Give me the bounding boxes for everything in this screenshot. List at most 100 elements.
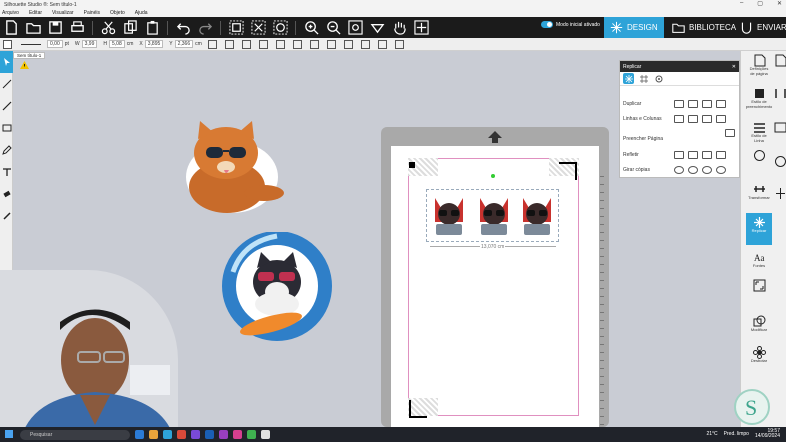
- eraser-tool-icon[interactable]: [0, 183, 13, 205]
- gradient-button[interactable]: [774, 87, 786, 100]
- radial-tab-icon[interactable]: [653, 73, 664, 84]
- copy-icon[interactable]: [121, 19, 139, 37]
- menu-view[interactable]: Visualizar: [52, 10, 74, 16]
- line-width-field[interactable]: 0,00: [47, 40, 63, 48]
- effects-button[interactable]: [774, 155, 786, 168]
- menu-panels[interactable]: Painéis: [84, 10, 100, 16]
- weather-temp[interactable]: 21°C: [707, 431, 718, 437]
- tab-design[interactable]: DESIGN: [604, 17, 664, 38]
- mirror-left-icon[interactable]: [674, 151, 684, 159]
- zoom-out-icon[interactable]: [324, 19, 342, 37]
- align-center-icon[interactable]: [224, 39, 234, 49]
- cut-icon[interactable]: [99, 19, 117, 37]
- trace-icon[interactable]: [360, 39, 370, 49]
- align-middle-icon[interactable]: [275, 39, 285, 49]
- align-left-icon[interactable]: [207, 39, 217, 49]
- align-top-icon[interactable]: [258, 39, 268, 49]
- row-duplicate[interactable]: Duplicar: [623, 101, 641, 107]
- rotate-handle[interactable]: [491, 174, 495, 178]
- minimize-button[interactable]: –: [740, 0, 743, 7]
- fade-button[interactable]: Desbotar: [748, 346, 770, 364]
- print-icon[interactable]: [68, 19, 86, 37]
- app-icon-1[interactable]: [135, 430, 144, 439]
- row-rotate-copies[interactable]: Girar cópias: [623, 167, 650, 173]
- start-mode-toggle[interactable]: Modo inicial ativado: [541, 21, 600, 28]
- duplicate-above-icon[interactable]: [702, 100, 712, 108]
- pencil-tool-icon[interactable]: [0, 139, 13, 161]
- rotate-eight-icon[interactable]: [716, 166, 726, 174]
- paste-icon[interactable]: [143, 19, 161, 37]
- red-cat-sticker-copy-1[interactable]: [429, 192, 469, 240]
- new-file-icon[interactable]: [2, 19, 20, 37]
- line-style-select[interactable]: [21, 43, 41, 45]
- redo-icon[interactable]: [196, 19, 214, 37]
- x-field[interactable]: 3,895: [144, 40, 164, 48]
- clock-date[interactable]: 14/09/2024: [755, 434, 780, 439]
- fill-page-icon[interactable]: [725, 129, 735, 137]
- rotate-two-icon[interactable]: [674, 166, 684, 174]
- ungroup-icon[interactable]: [249, 19, 267, 37]
- column-of-three-icon[interactable]: [716, 115, 726, 123]
- zoom-fit-icon[interactable]: [346, 19, 364, 37]
- maximize-button[interactable]: ▢: [757, 0, 763, 7]
- zoom-in-icon[interactable]: [302, 19, 320, 37]
- mirror-below-icon[interactable]: [716, 151, 726, 159]
- open-folder-icon[interactable]: [24, 19, 42, 37]
- row-mirror[interactable]: Refletir: [623, 152, 639, 158]
- trace-button[interactable]: [748, 279, 770, 292]
- star-shape-icon[interactable]: [377, 39, 387, 49]
- width-field[interactable]: 3,99: [81, 40, 98, 48]
- rotate-four-icon[interactable]: [688, 166, 698, 174]
- style-button[interactable]: [748, 149, 770, 162]
- document-tab[interactable]: Sem título-1: [13, 51, 46, 59]
- rotate-six-icon[interactable]: [702, 166, 712, 174]
- row-of-two-icon[interactable]: [674, 115, 684, 123]
- fonts-button[interactable]: Aa Fontes: [748, 251, 770, 269]
- rectangle-tool-icon[interactable]: [0, 117, 13, 139]
- app-icon-9[interactable]: [247, 430, 256, 439]
- menu-help[interactable]: Ajuda: [135, 10, 148, 16]
- row-rows-columns[interactable]: Linhas e Colunas: [623, 116, 662, 122]
- feed-mat-icon[interactable]: [368, 19, 386, 37]
- close-shape-icon[interactable]: [394, 39, 404, 49]
- app-icon-8[interactable]: [233, 430, 242, 439]
- distribute-icon[interactable]: [309, 39, 319, 49]
- menu-object[interactable]: Objeto: [110, 10, 125, 16]
- fill-style-button[interactable]: Estilo de preenchimento: [746, 87, 772, 109]
- panel-close-icon[interactable]: ✕: [732, 64, 736, 70]
- column-of-two-icon[interactable]: [702, 115, 712, 123]
- red-cat-sticker-copy-2[interactable]: [474, 192, 514, 240]
- row-of-three-icon[interactable]: [688, 115, 698, 123]
- surfing-cat-sticker[interactable]: [215, 232, 340, 345]
- select-tool-icon[interactable]: [0, 51, 13, 73]
- knife-tool-icon[interactable]: [0, 205, 13, 227]
- tab-library[interactable]: BIBLIOTECA: [666, 17, 742, 38]
- replicate-tab-icon[interactable]: [623, 73, 634, 84]
- menu-edit[interactable]: Editar: [29, 10, 42, 16]
- app-icon-7[interactable]: [219, 430, 228, 439]
- undo-icon[interactable]: [174, 19, 192, 37]
- row-fill-page[interactable]: Preencher Página: [623, 136, 663, 142]
- app-icon-4[interactable]: [177, 430, 186, 439]
- transform-button[interactable]: Transformar: [748, 183, 770, 201]
- app-icon-6[interactable]: [205, 430, 214, 439]
- duplicate-left-icon[interactable]: [674, 100, 684, 108]
- app-icon-2[interactable]: [149, 430, 158, 439]
- fill-color-swatch[interactable]: [3, 39, 12, 49]
- duplicate-below-icon[interactable]: [716, 100, 726, 108]
- taskbar-search[interactable]: Pesquisar: [20, 429, 130, 440]
- weather-desc[interactable]: Pred. limpo: [724, 431, 749, 437]
- page-setup-button[interactable]: Definições de página: [748, 54, 770, 76]
- line-tool-icon[interactable]: [0, 95, 13, 117]
- fill-style-alt-button[interactable]: [774, 54, 786, 67]
- red-cat-sticker-copy-3[interactable]: [517, 192, 557, 240]
- y-field[interactable]: 2,366: [174, 40, 194, 48]
- windows-start-icon[interactable]: [5, 430, 13, 438]
- pan-hand-icon[interactable]: [390, 19, 408, 37]
- modify-button[interactable]: Modificar: [748, 315, 770, 333]
- app-icon-5[interactable]: [191, 430, 200, 439]
- tab-send[interactable]: ENVIAR: [734, 17, 786, 38]
- app-icon-silhouette[interactable]: [163, 430, 172, 439]
- duplicate-right-icon[interactable]: [688, 100, 698, 108]
- move-arrows-icon[interactable]: [412, 19, 430, 37]
